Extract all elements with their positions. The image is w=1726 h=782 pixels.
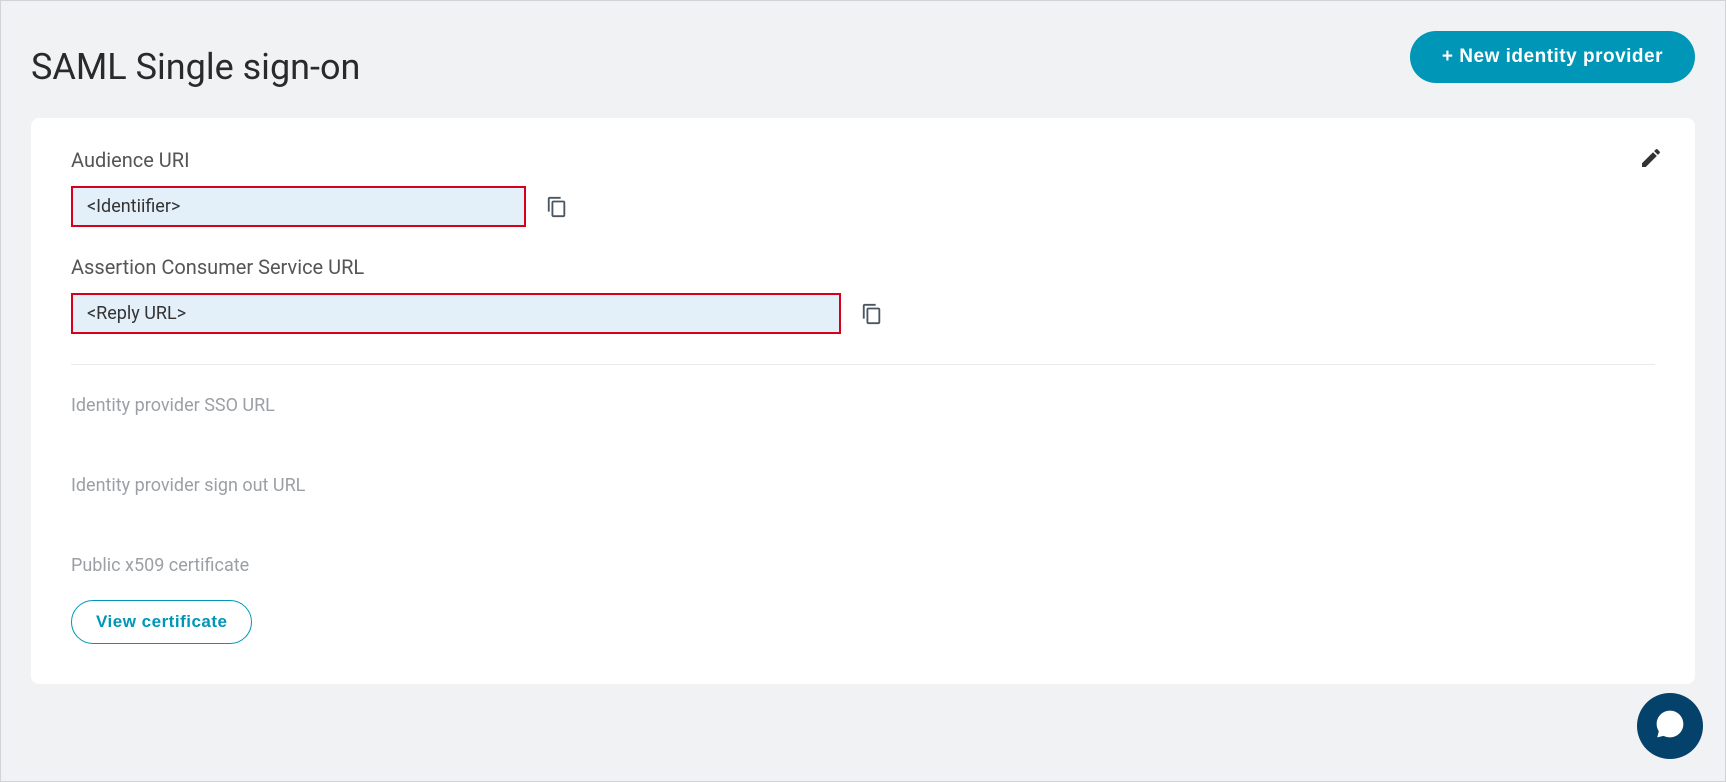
acs-url-label: Assertion Consumer Service URL <box>71 255 1655 279</box>
copy-icon[interactable] <box>861 303 883 325</box>
audience-uri-value[interactable]: <Identiifier> <box>71 186 526 227</box>
chat-icon <box>1653 707 1687 745</box>
copy-icon[interactable] <box>546 196 568 218</box>
page-title: SAML Single sign-on <box>31 46 360 88</box>
audience-uri-label: Audience URI <box>71 148 1655 172</box>
acs-url-value[interactable]: <Reply URL> <box>71 293 841 334</box>
chat-widget-button[interactable] <box>1637 693 1703 759</box>
certificate-label: Public x509 certificate <box>71 555 1655 576</box>
idp-signout-url-label: Identity provider sign out URL <box>71 475 1655 496</box>
idp-sso-url-label: Identity provider SSO URL <box>71 395 1655 416</box>
edit-icon[interactable] <box>1639 146 1663 174</box>
new-identity-provider-button[interactable]: + New identity provider <box>1410 31 1695 83</box>
view-certificate-button[interactable]: View certificate <box>71 600 252 644</box>
saml-settings-card: Audience URI <Identiifier> Assertion Con… <box>31 118 1695 684</box>
section-divider <box>71 364 1655 365</box>
